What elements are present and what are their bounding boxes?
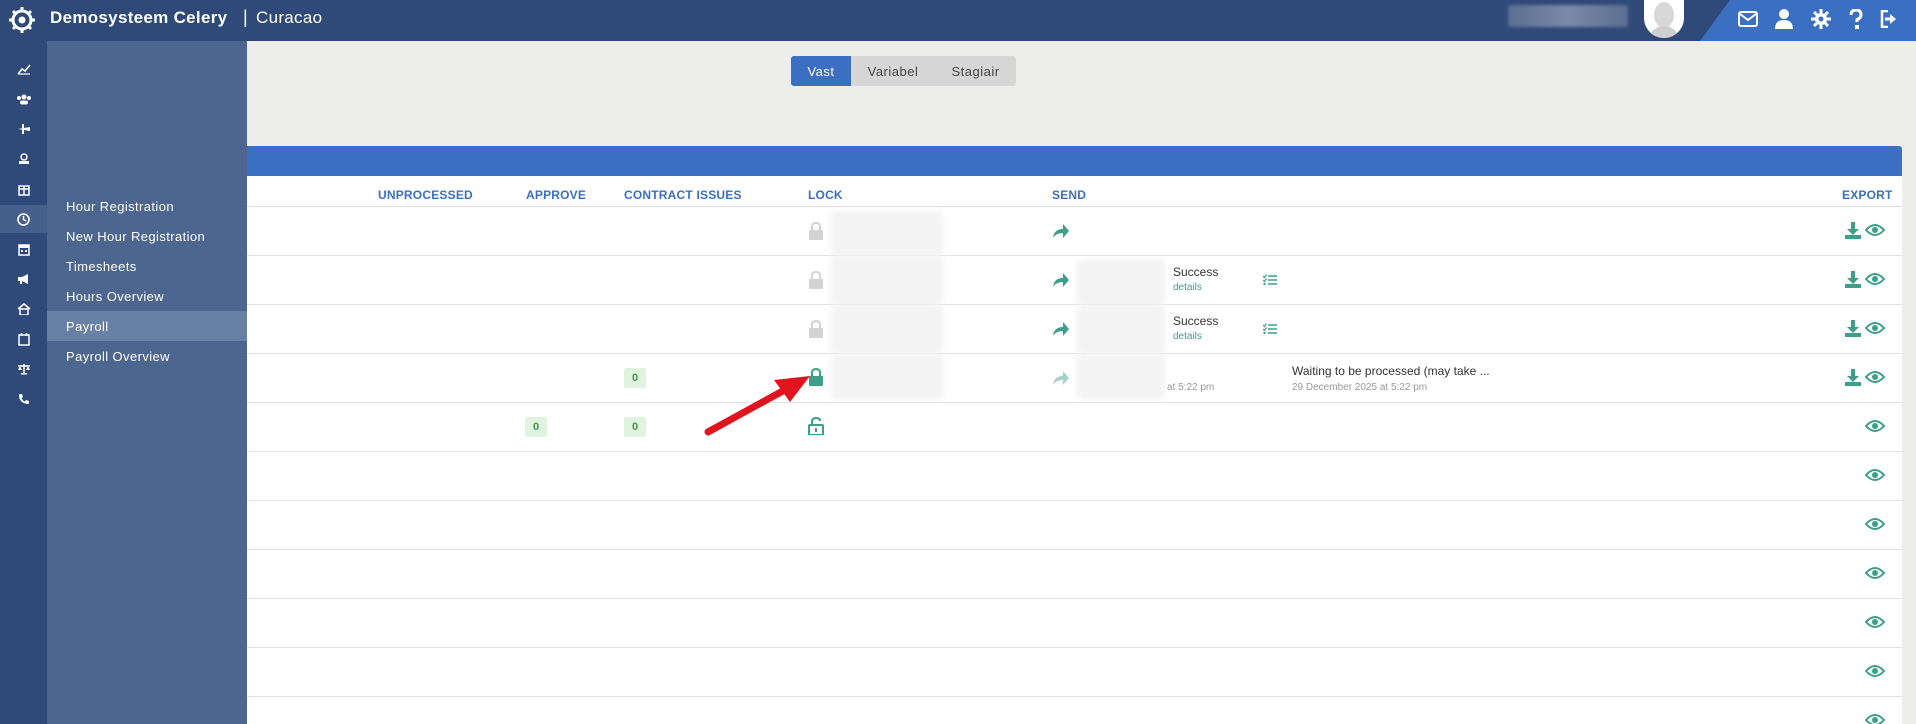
send-details-link[interactable]: details [1173,282,1202,293]
lock-icon-disabled [808,270,824,294]
column-header-unprocessed: UNPROCESSED [378,188,473,202]
view-eye-icon[interactable] [1864,419,1886,438]
send-status: Success [1173,265,1219,279]
table-row: Success details [247,256,1902,305]
column-header-contract-issues: CONTRACT ISSUES [624,188,742,202]
blurred-send-info [1077,354,1165,399]
submenu-item-hours-overview[interactable]: Hours Overview [47,281,247,311]
plane-icon[interactable] [0,115,47,143]
icon-rail [0,41,47,724]
mail-icon[interactable] [1735,6,1761,32]
tab-variabel[interactable]: Variabel [851,56,935,86]
settings-icon[interactable] [1808,6,1834,32]
contract-issues-badge[interactable]: 0 [624,417,646,437]
download-icon[interactable] [1844,221,1862,244]
blurred-lock-info [831,211,943,256]
column-header-send: SEND [1052,188,1087,202]
user-icon[interactable] [1771,6,1797,32]
top-bar: Demosysteem Celery | Curacao [0,0,1916,41]
scale-icon[interactable] [0,355,47,383]
table-row [247,207,1902,256]
submenu: Hour Registration New Hour Registration … [47,41,247,724]
download-icon[interactable] [1844,368,1862,391]
send-date: at 5:22 pm [1167,382,1215,393]
person-badge-icon[interactable] [0,145,47,173]
table-row [247,452,1902,501]
contract-issues-badge[interactable]: 0 [624,368,646,388]
employment-type-tabs: Vast Variabel Stagiair [791,56,1016,86]
submenu-item-payroll-overview[interactable]: Payroll Overview [47,341,247,371]
logout-icon[interactable] [1877,6,1903,32]
user-name-blurred [1508,5,1628,27]
submenu-item-hour-registration[interactable]: Hour Registration [47,191,247,221]
unlock-icon[interactable] [808,416,824,440]
checklist-icon[interactable] [1262,322,1277,340]
app-title: Demosysteem Celery [50,8,228,27]
process-date: 29 December 2025 at 5:22 pm [1292,382,1428,393]
view-eye-icon[interactable] [1864,615,1886,634]
view-eye-icon[interactable] [1864,321,1886,340]
column-header-export: EXPORT [1842,188,1893,202]
megaphone-icon[interactable] [0,265,47,293]
table-row [247,648,1902,697]
tab-stagiair[interactable]: Stagiair [935,56,1016,86]
view-eye-icon[interactable] [1864,566,1886,585]
payroll-table: UNPROCESSED APPROVE CONTRACT ISSUES LOCK… [247,176,1902,724]
column-header-lock: LOCK [808,188,843,202]
gear-logo-icon[interactable] [8,6,36,34]
help-icon[interactable] [1843,6,1869,32]
lock-icon[interactable] [808,367,824,391]
blurred-send-info [1077,305,1165,354]
download-icon[interactable] [1844,319,1862,342]
download-icon[interactable] [1844,270,1862,293]
send-icon[interactable] [1052,321,1070,342]
process-status: Waiting to be processed (may take ... [1292,364,1490,378]
send-icon-disabled [1052,370,1070,391]
view-eye-icon[interactable] [1864,713,1886,724]
view-eye-icon[interactable] [1864,370,1886,389]
table-row [247,599,1902,648]
view-eye-icon[interactable] [1864,664,1886,683]
blurred-lock-info [831,305,943,354]
dashboard-chart-icon[interactable] [0,55,47,83]
submenu-item-payroll[interactable]: Payroll [47,311,247,341]
title-separator: | [243,7,248,27]
send-icon[interactable] [1052,223,1070,244]
clock-icon[interactable] [0,205,47,233]
table-header-band [247,146,1902,176]
view-eye-icon[interactable] [1864,223,1886,242]
calendar-icon[interactable] [0,235,47,263]
avatar[interactable] [1644,0,1684,38]
table-row: 0 0 [247,403,1902,452]
table-row [247,697,1902,724]
users-icon[interactable] [0,85,47,113]
view-eye-icon[interactable] [1864,468,1886,487]
blurred-send-info [1077,260,1165,305]
main-content: Vast Variabel Stagiair UNPROCESSED APPRO… [247,41,1916,724]
calendar-blank-icon[interactable] [0,325,47,353]
submenu-item-new-hour-registration[interactable]: New Hour Registration [47,221,247,251]
lock-icon-disabled [808,221,824,245]
submenu-item-timesheets[interactable]: Timesheets [47,251,247,281]
table-row: Success details [247,305,1902,354]
table-row: 0 at 5:22 pm Waiting to be processed (ma… [247,354,1902,403]
column-header-approve: APPROVE [526,188,587,202]
send-details-link[interactable]: details [1173,331,1202,342]
checklist-icon[interactable] [1262,273,1277,291]
view-eye-icon[interactable] [1864,272,1886,291]
gift-calendar-icon[interactable] [0,175,47,203]
lock-icon-disabled [808,319,824,343]
phone-icon[interactable] [0,385,47,413]
blurred-lock-info [831,256,943,305]
app-subtitle: Curacao [256,8,323,27]
send-icon[interactable] [1052,272,1070,293]
table-row [247,501,1902,550]
approve-badge[interactable]: 0 [525,417,547,437]
tab-vast[interactable]: Vast [791,56,851,86]
send-status: Success [1173,314,1219,328]
view-eye-icon[interactable] [1864,517,1886,536]
home-icon[interactable] [0,295,47,323]
table-row [247,550,1902,599]
blurred-lock-info [831,354,943,399]
